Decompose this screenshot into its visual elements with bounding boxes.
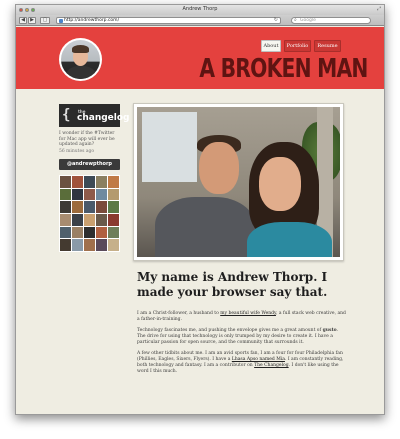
photo-thumb[interactable] <box>84 201 95 213</box>
site-brand[interactable]: A BROKEN MAN <box>200 54 369 84</box>
bio-paragraph-1: I am a Christ-follower, a husband to my … <box>137 311 346 322</box>
tweet-time[interactable]: 56 minutes ago <box>59 149 120 155</box>
photo-thumb[interactable] <box>60 188 71 201</box>
photo-thumb[interactable] <box>108 239 119 251</box>
photo-thumb[interactable] <box>108 201 119 213</box>
twitter-handle-button[interactable]: @andrewpthorp <box>59 159 120 170</box>
forward-button[interactable]: ▶ <box>28 17 36 24</box>
site-header: About Portfolio Resume A BROKEN MAN <box>16 27 384 89</box>
avatar-photo <box>61 40 100 79</box>
photo-thumb[interactable] <box>108 226 119 239</box>
browser-toolbar: ◀ ▶ ▢ http://andrewthorp.com/ ↻ ⌕ Google <box>16 15 384 26</box>
photo-thumb[interactable] <box>60 214 71 226</box>
reload-icon[interactable]: ↻ <box>274 18 278 23</box>
main-content: { the changelog I wonder if the #Twitter… <box>16 89 384 414</box>
photo-thumb[interactable] <box>60 201 71 213</box>
photo-thumb[interactable] <box>84 239 95 251</box>
search-placeholder: Google <box>300 18 316 23</box>
photo-thumb[interactable] <box>84 226 95 239</box>
nav-resume[interactable]: Resume <box>314 40 341 52</box>
changelog-logo-icon: { <box>62 107 71 123</box>
photo-thumb[interactable] <box>72 239 83 251</box>
photo-thumb[interactable] <box>72 226 83 239</box>
changelog-link[interactable]: The Changelog <box>254 363 289 368</box>
nav-about[interactable]: About <box>261 40 281 52</box>
photo-thumb[interactable] <box>108 176 119 188</box>
address-bar-url: http://andrewthorp.com/ <box>64 18 120 23</box>
photo-thumb[interactable] <box>96 188 107 201</box>
wife-link[interactable]: my beautiful wife Wendy <box>220 311 276 316</box>
back-button[interactable]: ◀ <box>19 17 27 24</box>
browser-window: Andrew Thorp ⤢ ◀ ▶ ▢ http://andrewthorp.… <box>15 4 385 415</box>
hero-photo <box>133 103 344 261</box>
photo-thumb[interactable] <box>96 239 107 251</box>
latest-tweet: I wonder if the #Twitter for Mac app wil… <box>59 131 120 157</box>
dog-link[interactable]: Lhasa Apso named Mia <box>232 357 285 362</box>
share-button[interactable]: ▢ <box>40 17 50 24</box>
photo-thumb[interactable] <box>84 214 95 226</box>
photo-grid <box>59 175 120 252</box>
page-title: My name is Andrew Thorp. I made your bro… <box>137 270 328 299</box>
photo-thumb[interactable] <box>96 176 107 188</box>
search-field[interactable]: ⌕ Google <box>291 17 371 24</box>
photo-thumb[interactable] <box>72 214 83 226</box>
search-icon: ⌕ <box>294 17 297 23</box>
bio-paragraph-2: Technology fascinates me, and pushing th… <box>137 328 339 345</box>
hero-photo-image <box>137 107 340 257</box>
photo-thumb[interactable] <box>72 188 83 201</box>
fullscreen-icon[interactable]: ⤢ <box>377 7 381 12</box>
photo-thumb[interactable] <box>72 176 83 188</box>
photo-thumb[interactable] <box>60 176 71 188</box>
changelog-badge[interactable]: { the changelog <box>59 104 129 127</box>
bio-paragraph-3: A few other tidbits about me. I am an av… <box>137 351 344 374</box>
photo-thumb[interactable] <box>108 214 119 226</box>
photo-thumb[interactable] <box>60 226 71 239</box>
address-bar[interactable]: http://andrewthorp.com/ ↻ <box>56 17 281 24</box>
photo-thumb[interactable] <box>84 188 95 201</box>
window-title: Andrew Thorp <box>182 6 218 12</box>
site-favicon-icon <box>59 19 63 23</box>
title-bar: Andrew Thorp ⤢ <box>16 5 384 15</box>
photo-thumb[interactable] <box>84 176 95 188</box>
photo-thumb[interactable] <box>96 214 107 226</box>
photo-thumb[interactable] <box>96 226 107 239</box>
nav-portfolio[interactable]: Portfolio <box>284 40 311 52</box>
photo-thumb[interactable] <box>96 201 107 213</box>
photo-thumb[interactable] <box>60 239 71 251</box>
changelog-name: changelog <box>77 113 130 123</box>
photo-thumb[interactable] <box>108 188 119 201</box>
photo-thumb[interactable] <box>72 201 83 213</box>
tweet-text: I wonder if the #Twitter for Mac app wil… <box>59 131 115 147</box>
avatar <box>59 38 102 81</box>
